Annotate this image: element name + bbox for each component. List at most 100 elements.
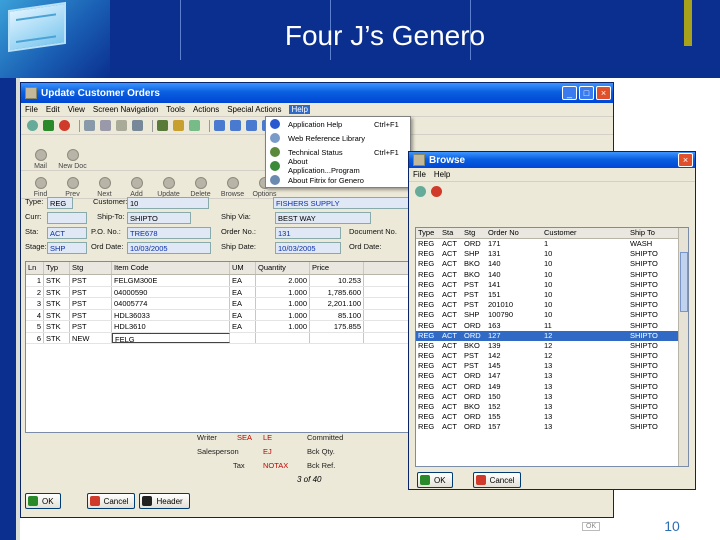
browse-row[interactable]: REG ACT ORD 155 13 SHIPTO: [416, 412, 688, 422]
table-cell: [230, 332, 256, 343]
browse-row[interactable]: REG ACT ORD 150 13 SHIPTO: [416, 392, 688, 402]
save-icon[interactable]: [157, 120, 168, 131]
ok-button[interactable]: OK: [25, 493, 61, 509]
accept-icon[interactable]: [43, 120, 54, 131]
help-menu-item[interactable]: About Fitrix for Genero: [266, 173, 410, 187]
browse-menu-help[interactable]: Help: [434, 170, 450, 179]
next-record-icon[interactable]: [246, 120, 257, 131]
shipto-field[interactable]: SHIPTO: [127, 212, 191, 224]
copy-icon[interactable]: [100, 120, 111, 131]
browse-cancel-button[interactable]: Cancel: [472, 472, 522, 488]
minimize-button[interactable]: _: [562, 86, 577, 100]
browse-row[interactable]: REG ACT ORD 147 13 SHIPTO: [416, 371, 688, 381]
menu-tools[interactable]: Tools: [166, 105, 185, 114]
column-header[interactable]: UM: [230, 262, 256, 274]
browse-row[interactable]: REG ACT BKO 140 10 SHIPTO: [416, 259, 688, 269]
browse-row[interactable]: REG ACT PST 141 10 SHIPTO: [416, 280, 688, 290]
browse-ok-button[interactable]: OK: [417, 472, 453, 488]
writer-value[interactable]: SEA: [237, 433, 252, 442]
help-menu-item[interactable]: About Application...Program: [266, 157, 410, 175]
refresh-icon[interactable]: [415, 185, 426, 197]
corner-ok-button[interactable]: OK: [582, 522, 601, 531]
window-titlebar[interactable]: Update Customer Orders _ □ ×: [21, 83, 613, 103]
menu-special-actions[interactable]: Special Actions: [227, 105, 281, 114]
browse-row[interactable]: REG ACT BKO 152 13 SHIPTO: [416, 402, 688, 412]
column-header[interactable]: Stg: [70, 262, 112, 274]
browse-row[interactable]: REG ACT PST 151 10 SHIPTO: [416, 290, 688, 300]
menu-view[interactable]: View: [68, 105, 85, 114]
refresh-icon[interactable]: [27, 120, 38, 131]
browse-row[interactable]: REG ACT ORD 157 13 SHIPTO: [416, 422, 688, 432]
menu-help[interactable]: Help: [289, 105, 310, 114]
menu-screen-navigation[interactable]: Screen Navigation: [93, 105, 158, 114]
previous-record-icon[interactable]: [230, 120, 241, 131]
type-field[interactable]: REG: [47, 197, 73, 209]
browse-close-button[interactable]: ×: [678, 153, 693, 167]
shipvia-field[interactable]: BEST WAY: [275, 212, 371, 224]
browse-row[interactable]: REG ACT SHP 100790 10 SHIPTO: [416, 310, 688, 320]
browse-row[interactable]: REG ACT PST 142 12 SHIPTO: [416, 351, 688, 361]
table-row[interactable]: 1 STK PST FELGM300E EA 2.000 10.253: [26, 275, 416, 287]
find-icon[interactable]: [132, 120, 143, 131]
salesperson-value[interactable]: EJ: [263, 447, 272, 456]
browse-row[interactable]: REG ACT PST 201010 10 SHIPTO: [416, 300, 688, 310]
browse-toolbar: [409, 182, 695, 200]
shipdate-field[interactable]: 10/03/2005: [275, 242, 341, 254]
browse-column-header[interactable]: Stg: [462, 228, 486, 238]
menu-file[interactable]: File: [25, 105, 38, 114]
tax-value[interactable]: NOTAX: [263, 461, 288, 470]
new-doc-button[interactable]: New Doc: [57, 149, 88, 170]
help-menu-item[interactable]: Web Reference Library: [266, 131, 410, 145]
orddate-field[interactable]: 10/03/2005: [127, 242, 211, 254]
help-menu-item[interactable]: Application Help Ctrl+F1: [266, 117, 410, 131]
curr-field[interactable]: [47, 212, 87, 224]
cut-icon[interactable]: [84, 120, 95, 131]
browse-column-header[interactable]: Sta: [440, 228, 462, 238]
mail-button[interactable]: Mail: [25, 149, 56, 170]
browse-column-header[interactable]: Type: [416, 228, 440, 238]
browse-column-header[interactable]: Order No: [486, 228, 542, 238]
order-field[interactable]: 131: [275, 227, 341, 239]
column-header[interactable]: Item Code: [112, 262, 230, 274]
browse-row[interactable]: REG ACT ORD 171 1 WASH: [416, 239, 688, 249]
cancel-icon[interactable]: [431, 185, 442, 197]
cancel-icon[interactable]: [59, 120, 70, 131]
browse-column-header[interactable]: Ship To: [628, 228, 678, 238]
browse-row-selected[interactable]: REG ACT ORD 127 12 SHIPTO: [416, 330, 688, 341]
table-row[interactable]: 5 STK PST HDL3610 EA 1.000 175.855: [26, 321, 416, 333]
column-header[interactable]: Price: [310, 262, 364, 274]
menu-edit[interactable]: Edit: [46, 105, 60, 114]
browse-scrollbar[interactable]: [678, 228, 688, 466]
maximize-button[interactable]: □: [579, 86, 594, 100]
browse-row[interactable]: REG ACT ORD 163 11 SHIPTO: [416, 321, 688, 331]
browse-row[interactable]: REG ACT ORD 149 13 SHIPTO: [416, 382, 688, 392]
writer-value-2[interactable]: LE: [263, 433, 272, 442]
table-row[interactable]: 6 STK NEW FELG: [26, 332, 416, 344]
browse-row[interactable]: REG ACT BKO 139 12 SHIPTO: [416, 341, 688, 351]
browse-column-header[interactable]: Customer: [542, 228, 628, 238]
browse-menu-file[interactable]: File: [413, 170, 426, 179]
table-row[interactable]: 2 STK PST 04000590 EA 1.000 1,785.600: [26, 286, 416, 298]
close-button[interactable]: ×: [596, 86, 611, 100]
header-button[interactable]: Header: [139, 493, 190, 509]
browse-titlebar[interactable]: Browse ×: [409, 152, 695, 168]
customer-field[interactable]: 10: [127, 197, 209, 209]
menu-actions[interactable]: Actions: [193, 105, 219, 114]
folder-icon[interactable]: [173, 120, 184, 131]
sta-field[interactable]: ACT: [47, 227, 87, 239]
scroll-thumb[interactable]: [680, 252, 688, 312]
cancel-button[interactable]: Cancel: [86, 493, 136, 509]
column-header[interactable]: Quantity: [256, 262, 310, 274]
po-field[interactable]: TRE678: [127, 227, 211, 239]
column-header[interactable]: Ln: [26, 262, 44, 274]
table-row[interactable]: 3 STK PST 04005774 EA 1.000 2,201.100: [26, 298, 416, 310]
print-icon[interactable]: [189, 120, 200, 131]
table-row[interactable]: 4 STK PST HDL36033 EA 1.000 85.100: [26, 309, 416, 321]
first-record-icon[interactable]: [214, 120, 225, 131]
browse-row[interactable]: REG ACT SHP 131 10 SHIPTO: [416, 249, 688, 259]
stage-field[interactable]: SHP: [47, 242, 87, 254]
paste-icon[interactable]: [116, 120, 127, 131]
column-header[interactable]: Typ: [44, 262, 70, 274]
browse-row[interactable]: REG ACT BKO 140 10 SHIPTO: [416, 270, 688, 280]
browse-row[interactable]: REG ACT PST 145 13 SHIPTO: [416, 361, 688, 371]
